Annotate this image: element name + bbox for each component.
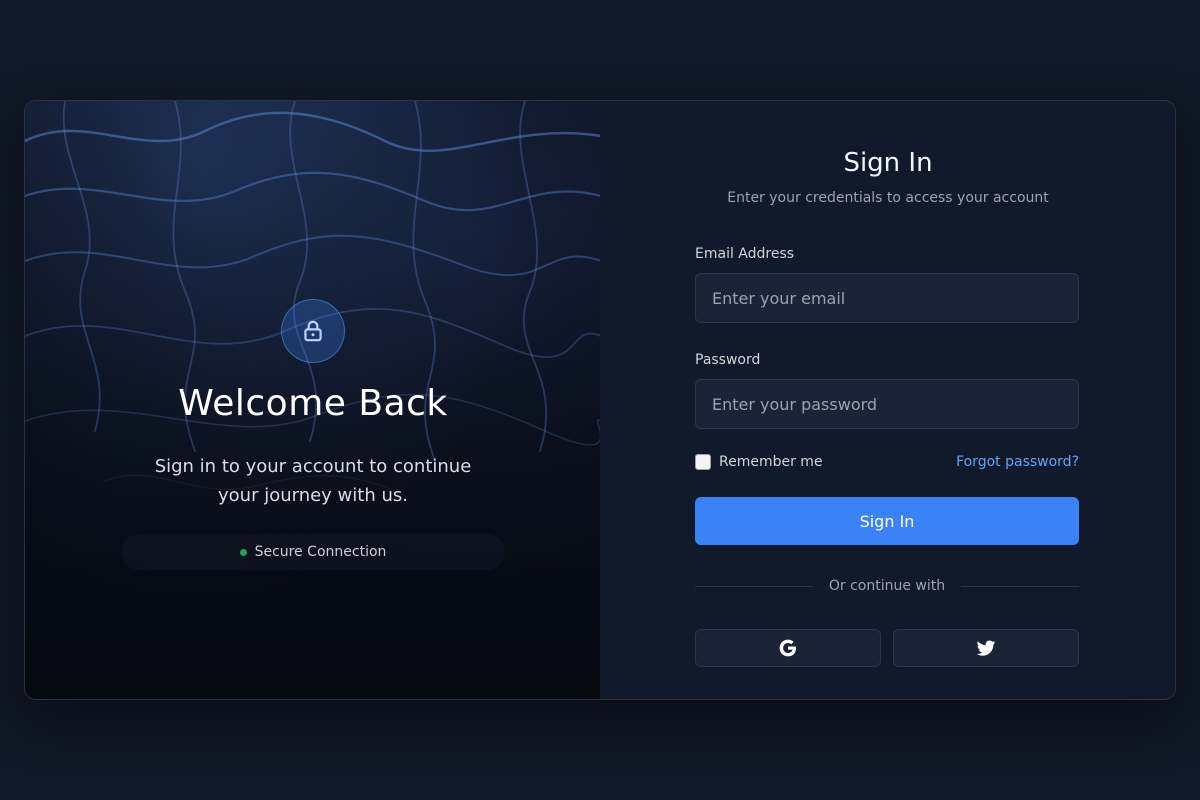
lock-icon	[304, 320, 322, 342]
email-field[interactable]	[695, 273, 1079, 323]
sign-in-panel: Sign In Enter your credentials to access…	[600, 101, 1175, 699]
email-label: Email Address	[695, 246, 795, 262]
secure-connection-label: Secure Connection	[254, 544, 387, 560]
divider-line-left	[695, 585, 813, 587]
divider-line-right	[961, 585, 1080, 587]
twitter-icon	[976, 640, 996, 656]
welcome-panel: Welcome Back Sign in to your account to …	[25, 101, 600, 699]
form-subtitle: Enter your credentials to access your ac…	[727, 190, 1049, 206]
lock-badge	[281, 299, 345, 363]
secure-connection-badge: Secure Connection	[121, 534, 505, 570]
welcome-subtitle: Sign in to your account to continue your…	[154, 456, 472, 506]
twitter-sign-in-button[interactable]	[893, 629, 1079, 667]
status-dot-icon	[239, 548, 247, 556]
remember-me[interactable]: Remember me	[695, 454, 823, 470]
welcome-title: Welcome Back	[178, 383, 448, 424]
form-title: Sign In	[843, 148, 933, 178]
password-label: Password	[695, 352, 761, 368]
google-icon	[779, 639, 796, 657]
sign-in-button[interactable]: Sign In	[695, 497, 1079, 545]
password-field[interactable]	[695, 379, 1079, 429]
login-card: Welcome Back Sign in to your account to …	[24, 100, 1176, 700]
forgot-password-link[interactable]: Forgot password?	[956, 454, 1079, 470]
divider-label: Or continue with	[828, 578, 946, 594]
google-sign-in-button[interactable]	[695, 629, 881, 667]
remember-me-checkbox[interactable]	[695, 454, 711, 470]
remember-me-label: Remember me	[719, 454, 823, 470]
divider: Or continue with	[695, 578, 1080, 594]
